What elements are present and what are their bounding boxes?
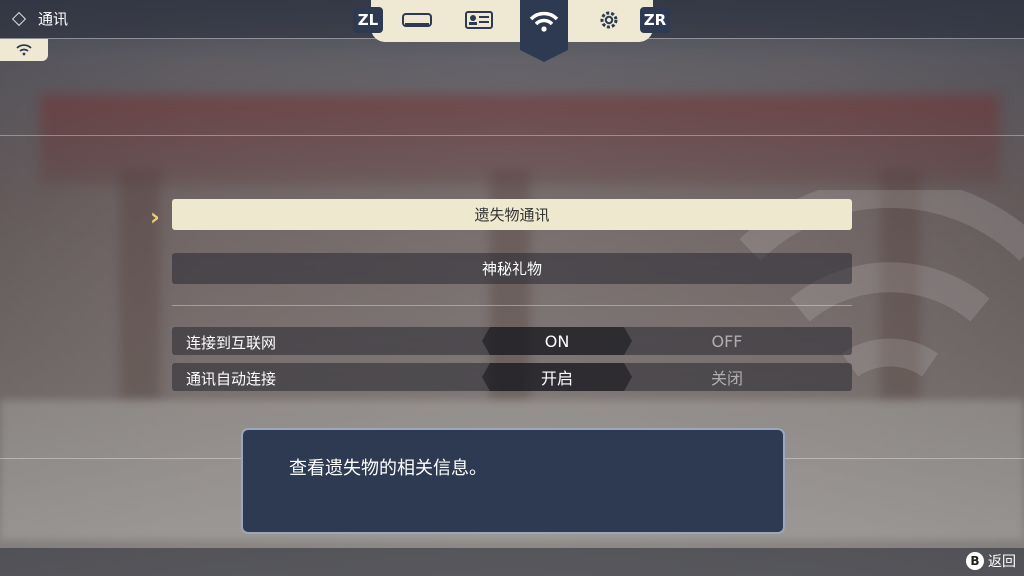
b-button-icon: B (966, 552, 984, 570)
back-button[interactable]: B 返回 (966, 551, 1016, 571)
selection-cursor-icon: › (150, 203, 160, 231)
profile-card-icon (465, 11, 493, 29)
menu-item-mystery-gift[interactable]: 神秘礼物 (172, 253, 852, 284)
back-label: 返回 (988, 554, 1016, 570)
setting-row-auto-connect[interactable]: 通讯自动连接 开启 关闭 (172, 363, 852, 391)
wifi-icon (16, 44, 32, 56)
setting-label: 通讯自动连接 (186, 370, 277, 388)
setting-row-internet[interactable]: 连接到互联网 ON OFF (172, 327, 852, 355)
tab-console[interactable] (399, 6, 435, 34)
menu-item-label: 遗失物通讯 (474, 206, 550, 224)
zl-button[interactable]: ZL (353, 7, 383, 33)
option-off[interactable]: OFF (652, 327, 802, 355)
tab-settings[interactable] (591, 6, 627, 34)
setting-label: 连接到互联网 (186, 334, 277, 352)
divider (172, 305, 852, 306)
console-icon (402, 13, 432, 27)
page-title: 通讯 (11, 8, 69, 29)
wifi-subtab[interactable] (0, 39, 48, 61)
tab-bar (371, 0, 653, 62)
wifi-icon (529, 11, 559, 32)
footer-bar: B 返回 (0, 548, 1024, 576)
divider (0, 135, 1024, 136)
option-on[interactable]: ON (482, 327, 632, 355)
gear-icon (600, 11, 618, 29)
tab-profile[interactable] (461, 6, 497, 34)
menu-item-lost-items[interactable]: 遗失物通讯 (172, 199, 852, 230)
option-on[interactable]: 开启 (482, 363, 632, 391)
tab-communication[interactable] (526, 8, 562, 36)
menu-item-label: 神秘礼物 (481, 260, 542, 278)
help-text: 查看遗失物的相关信息。 (289, 458, 487, 479)
page-title-text: 通讯 (38, 10, 69, 28)
zr-button[interactable]: ZR (640, 7, 670, 33)
help-box: 查看遗失物的相关信息。 (241, 428, 785, 534)
diamond-icon (11, 11, 27, 26)
option-off[interactable]: 关闭 (652, 363, 802, 391)
